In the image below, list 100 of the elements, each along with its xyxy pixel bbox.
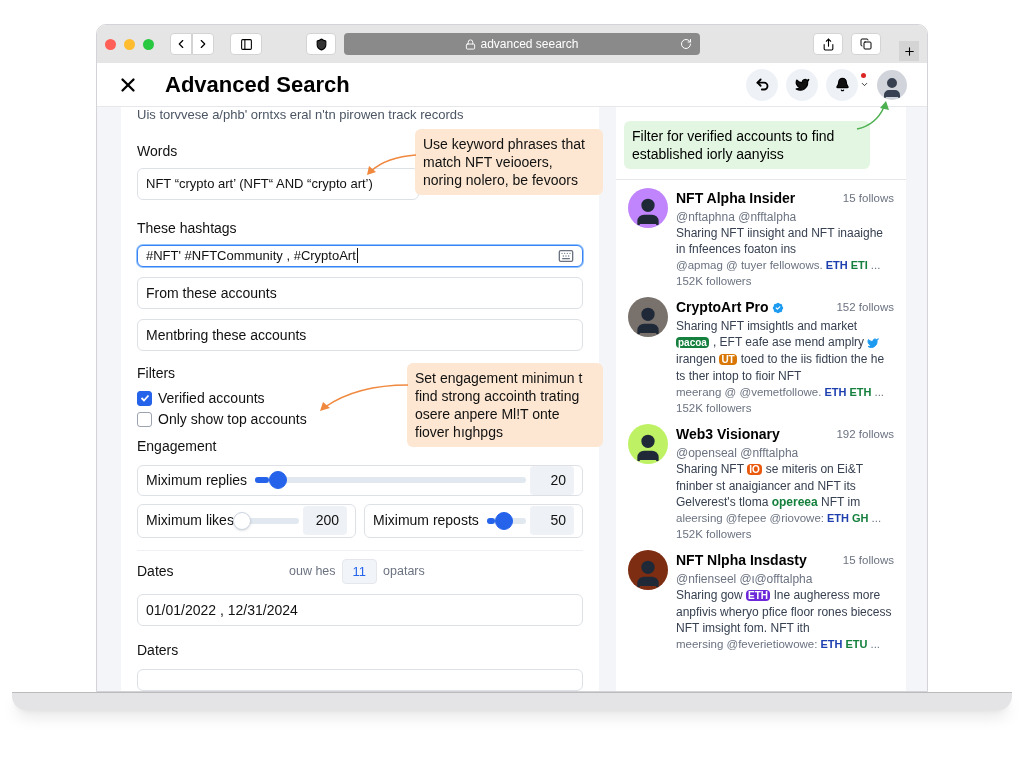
shield-button[interactable] <box>306 33 336 55</box>
section-label: Daters <box>137 641 180 660</box>
hint-text: opatars <box>383 562 425 580</box>
follows-count: 152 follows <box>836 299 894 315</box>
bird-icon <box>794 77 810 92</box>
avatar[interactable] <box>628 424 668 464</box>
token-tag: ETH <box>824 384 847 400</box>
section-label: Engagement <box>137 436 217 456</box>
account-name[interactable]: Web3 Visionary <box>676 424 780 445</box>
count-field[interactable]: 11 <box>341 558 378 584</box>
sidebar-icon <box>239 37 253 51</box>
mention-text: meersing @feverietiowowe: <box>676 637 818 652</box>
follows-count: 15 follows <box>842 552 894 568</box>
token-tag: ETH <box>820 636 843 652</box>
token-tag: ETH <box>849 384 872 400</box>
shield-icon <box>314 37 328 51</box>
follows-count: 15 follows <box>842 190 894 206</box>
avatar[interactable] <box>628 297 668 337</box>
leader-arrow <box>856 101 890 131</box>
field-value: NFT “crypto art’ (NFT“ AND “crypto art’) <box>146 174 373 193</box>
token-tag: ETH <box>825 257 848 273</box>
token-tag: GH <box>852 510 869 526</box>
mention-text: meerang @ @vemetfollowe. <box>676 385 822 400</box>
bird-button[interactable] <box>786 68 818 101</box>
slider-label: Miximum likes <box>146 511 234 530</box>
checkbox-label: Verified accounts <box>158 388 265 408</box>
caret-icon[interactable] <box>860 80 869 89</box>
bio-text: Sharing NFT imsightls and market pacoa , EFT eafe ase mend amplry irangen UT toed to the iis fidtion the he ts ther intop to fioir NFT <box>676 318 886 384</box>
checkbox[interactable] <box>137 390 152 406</box>
avatar[interactable] <box>628 550 668 590</box>
bell-icon <box>834 77 850 92</box>
plus-icon <box>902 44 916 58</box>
back-button[interactable] <box>170 33 192 55</box>
input-field[interactable]: #NFT' #NFTCommunity , #CryptoArt <box>137 244 583 267</box>
text-cursor <box>356 248 358 263</box>
account-name[interactable]: NFT Nlpha Insdasty <box>676 550 807 571</box>
account-handle: @openseal @nfftalpha <box>676 445 800 461</box>
bio-text: Sharing gow ETH lne augheress more anpfivis wheryo pfice floor rones biecess NFT imsight fom. NFT ith <box>676 587 893 636</box>
hint-text: ouw hes <box>289 562 336 580</box>
slider-thumb[interactable] <box>268 471 287 489</box>
page-title: Advanced Search <box>165 71 350 99</box>
section-label: Filters <box>137 363 176 383</box>
keyboard-icon[interactable] <box>558 247 574 264</box>
sidebar-button[interactable] <box>230 33 262 55</box>
intro-text: Uis torvvese a/phb' orntxs eral n'tn pirowen track records <box>137 106 465 124</box>
forward-button[interactable] <box>192 33 214 55</box>
notifications-button[interactable] <box>826 68 858 101</box>
tip-callout: Filter for verified accounts to find established iorly aanyiss <box>624 121 870 169</box>
field-value: 01/01/2022 , 12/31/2024 <box>146 600 298 620</box>
account-handle: @nfienseel @ι@offtalpha <box>676 571 814 587</box>
tip-callout: Use keyword phrases that match NFT veiooers, noring nolero, be fevoors <box>415 129 603 195</box>
followers-count: 152K followers <box>676 527 753 542</box>
checkbox[interactable] <box>137 411 152 427</box>
leader-arrow <box>365 153 417 177</box>
account-handle: @nftaphna @nfftalpha <box>676 209 798 225</box>
lock-icon <box>465 38 477 50</box>
account-name[interactable]: CryptoArt Pro <box>676 297 769 318</box>
reply-button[interactable] <box>746 68 778 101</box>
ellipsis-text: ... <box>874 385 885 400</box>
check-icon <box>139 393 150 403</box>
mention-text: @apmag @ tuyer fellowows. <box>676 258 823 273</box>
account-name[interactable]: NFT Alpha Insider <box>676 188 796 209</box>
bio-text: Sharing NFT IO se miteris on Ei&T fninber st anaigiancer and NFT its Gelverest's tloma opereea NFT im <box>676 461 864 510</box>
input-field[interactable]: 01/01/2022 , 12/31/2024 <box>137 594 583 626</box>
tabs-button[interactable] <box>851 33 881 55</box>
new-tab-button[interactable] <box>899 41 919 61</box>
ellipsis-text: ... <box>870 258 881 273</box>
share-button[interactable] <box>813 33 843 55</box>
tip-callout: Set engagement minimun t find strong accointh trating osere anpere Ml!T onte fiover hıghpgs <box>407 363 603 447</box>
tabs-icon <box>860 38 872 50</box>
reload-icon[interactable] <box>680 38 692 50</box>
input-field[interactable]: Mentbring these accounts <box>137 318 583 351</box>
share-icon <box>821 37 835 51</box>
ellipsis-text: ... <box>871 511 882 526</box>
reply-icon <box>754 77 770 92</box>
follows-count: 192 follows <box>836 426 894 442</box>
mention-text: aleersing @fepee @riovowe: <box>676 511 824 526</box>
checkbox-label: Only show top accounts <box>158 409 307 429</box>
followers-count: 152K followers <box>676 401 753 416</box>
token-tag: ETH <box>827 510 849 526</box>
slider-value: 200 <box>303 506 347 535</box>
ellipsis-text: ... <box>870 637 881 652</box>
input-field[interactable] <box>137 669 583 691</box>
field-label: Words <box>137 141 178 161</box>
url-text: advanced seearch <box>480 36 579 53</box>
slider-label: Miximum replies <box>146 470 248 490</box>
section-label: Dates <box>137 561 175 581</box>
token-tag: ETI <box>850 257 868 273</box>
field-label: These hashtags <box>137 218 237 238</box>
field-value: #NFT' #NFTCommunity , #CryptoArt <box>146 246 356 265</box>
bird-icon <box>867 336 880 349</box>
slider-value: 50 <box>530 506 574 535</box>
followers-count: 152K followers <box>676 274 753 289</box>
slider-thumb[interactable] <box>494 511 513 530</box>
input-field[interactable]: From these accounts <box>137 276 583 309</box>
input-field[interactable]: NFT “crypto art’ (NFT“ AND “crypto art’) <box>137 167 419 200</box>
bio-text: Sharing NFT iinsight and NFT inaaighe in fnfeences foaton ins <box>676 225 884 257</box>
token-tag: ETU <box>845 636 868 652</box>
avatar[interactable] <box>877 69 907 100</box>
avatar[interactable] <box>628 188 668 228</box>
